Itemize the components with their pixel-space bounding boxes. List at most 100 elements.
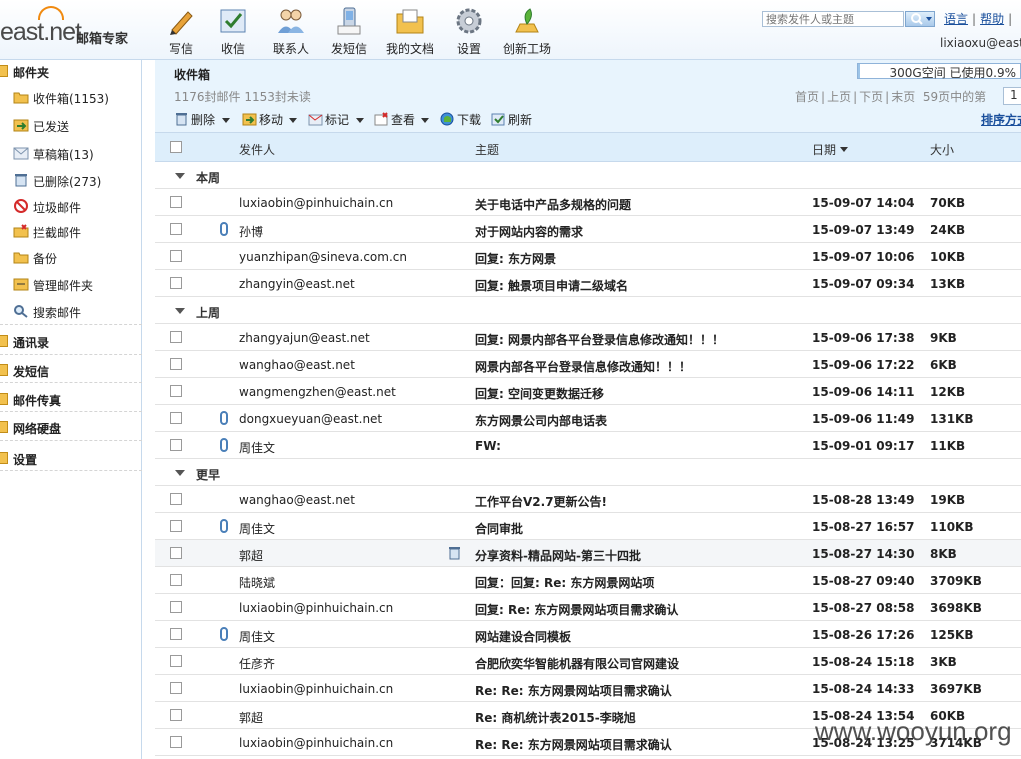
sidebar-item-manage-folders[interactable]: 管理邮件夹 — [0, 273, 142, 297]
sidebar-head-net-disk[interactable]: 网络硬盘 — [0, 417, 142, 439]
mail-row[interactable]: luxiaobin@pinhuichain.cn 回复: Re: 东方网景网站项目… — [155, 594, 1021, 621]
receive-button[interactable]: 收信 — [218, 6, 248, 58]
group-header[interactable]: 本周 — [155, 162, 1021, 189]
pager-next[interactable]: 下页 — [859, 90, 883, 104]
mail-row[interactable]: wanghao@east.net 工作平台V2.7更新公告! 15-08-28 13… — [155, 486, 1021, 513]
mail-subject[interactable]: 回复: 东方网景 — [475, 250, 556, 267]
mail-row[interactable]: zhangyajun@east.net 回复: 网景内部各平台登录信息修改通知！！… — [155, 324, 1021, 351]
mail-subject[interactable]: 网站建设合同模板 — [475, 628, 571, 645]
row-checkbox[interactable] — [170, 439, 182, 451]
mail-subject[interactable]: 分享资料-精品网站-第三十四批 — [475, 547, 641, 564]
sidebar-head-address-book[interactable]: 通讯录 — [0, 331, 142, 353]
mail-row[interactable]: 周佳文 合同审批 15-08-27 16:57 110KB — [155, 513, 1021, 540]
mail-subject[interactable]: FW: — [475, 439, 501, 453]
mail-subject[interactable]: Re: 商机统计表2015-李晓旭 — [475, 709, 636, 726]
row-checkbox[interactable] — [170, 277, 182, 289]
sidebar-item-inbox[interactable]: 收件箱(1153) — [0, 86, 142, 110]
trash-icon[interactable] — [448, 546, 461, 560]
mail-row[interactable]: luxiaobin@pinhuichain.cn 关于电话中产品多规格的问题 15-… — [155, 189, 1021, 216]
mail-row[interactable]: luxiaobin@pinhuichain.cn Re: Re: 东方网景网站项目… — [155, 675, 1021, 702]
row-checkbox[interactable] — [170, 250, 182, 262]
row-checkbox[interactable] — [170, 628, 182, 640]
download-button[interactable]: 下载 — [440, 110, 486, 130]
row-checkbox[interactable] — [170, 358, 182, 370]
group-header[interactable]: 上周 — [155, 297, 1021, 324]
mail-subject[interactable]: 回复: 空间变更数据迁移 — [475, 385, 604, 402]
sms-button[interactable]: 发短信 — [331, 6, 367, 58]
help-link[interactable]: 帮助 — [980, 12, 1004, 26]
view-button[interactable]: 查看 — [374, 110, 436, 130]
mail-subject[interactable]: 回复：回复: Re: 东方网景网站项 — [475, 574, 654, 591]
mail-subject[interactable]: 回复: 触景项目申请二级域名 — [475, 277, 628, 294]
move-button[interactable]: 移动 — [242, 110, 304, 130]
contacts-button[interactable]: 联系人 — [273, 6, 309, 58]
page-number-input[interactable]: 1 — [1003, 87, 1021, 105]
mark-button[interactable]: 标记 — [308, 110, 370, 130]
my-docs-button[interactable]: 我的文档 — [386, 6, 434, 58]
row-checkbox[interactable] — [170, 412, 182, 424]
sidebar-item-drafts[interactable]: 草稿箱(13) — [0, 142, 142, 166]
collapse-triangle-icon[interactable] — [175, 470, 185, 476]
search-button[interactable] — [905, 11, 935, 27]
row-checkbox[interactable] — [170, 385, 182, 397]
delete-button[interactable]: 删除 — [174, 110, 234, 130]
mail-subject[interactable]: Re: Re: 东方网景网站项目需求确认 — [475, 736, 672, 753]
mail-subject[interactable]: 关于电话中产品多规格的问题 — [475, 196, 631, 213]
row-checkbox[interactable] — [170, 655, 182, 667]
sidebar-item-spam[interactable]: 垃圾邮件 — [0, 195, 142, 219]
row-checkbox[interactable] — [170, 601, 182, 613]
mail-row[interactable]: 任彦齐 合肥欣奕华智能机器有限公司官网建设 15-08-24 15:18 3KB — [155, 648, 1021, 675]
row-checkbox[interactable] — [170, 196, 182, 208]
select-all-checkbox[interactable] — [170, 141, 182, 153]
mail-row[interactable]: yuanzhipan@sineva.com.cn 回复: 东方网景 15-09-07… — [155, 243, 1021, 270]
compose-button[interactable]: 写信 — [166, 6, 196, 58]
mail-subject[interactable]: 工作平台V2.7更新公告! — [475, 493, 607, 510]
sidebar-head-settings[interactable]: 设置 — [0, 448, 142, 470]
sidebar-item-blocked[interactable]: 拦截邮件 — [0, 220, 142, 244]
pager-first[interactable]: 首页 — [795, 90, 819, 104]
column-size[interactable]: 大小 — [930, 141, 954, 158]
mail-row[interactable]: 郭超 分享资料-精品网站-第三十四批 15-08-27 14:30 8KB — [155, 540, 1021, 567]
sort-link[interactable]: 排序方式 — [981, 111, 1021, 128]
mail-subject[interactable]: 网景内部各平台登录信息修改通知！！！ — [475, 358, 691, 375]
sidebar-head-fax[interactable]: 邮件传真 — [0, 389, 142, 411]
row-checkbox[interactable] — [170, 223, 182, 235]
mail-subject[interactable]: 合肥欣奕华智能机器有限公司官网建设 — [475, 655, 679, 672]
group-header[interactable]: 更早 — [155, 459, 1021, 486]
mail-subject[interactable]: 东方网景公司内部电话表 — [475, 412, 607, 429]
row-checkbox[interactable] — [170, 331, 182, 343]
row-checkbox[interactable] — [170, 736, 182, 748]
mail-subject[interactable]: 回复: 网景内部各平台登录信息修改通知！！！ — [475, 331, 724, 348]
row-checkbox[interactable] — [170, 682, 182, 694]
row-checkbox[interactable] — [170, 574, 182, 586]
sidebar-item-backup[interactable]: 备份 — [0, 246, 142, 270]
mail-row[interactable]: wangmengzhen@east.net 回复: 空间变更数据迁移 15-09-0… — [155, 378, 1021, 405]
mail-row[interactable]: 周佳文 FW: 15-09-01 09:17 11KB — [155, 432, 1021, 459]
mail-row[interactable]: zhangyin@east.net 回复: 触景项目申请二级域名 15-09-07 … — [155, 270, 1021, 297]
row-checkbox[interactable] — [170, 547, 182, 559]
mail-row[interactable]: wanghao@east.net 网景内部各平台登录信息修改通知！！！ 15-09-… — [155, 351, 1021, 378]
row-checkbox[interactable] — [170, 493, 182, 505]
mail-row[interactable]: 周佳文 网站建设合同模板 15-08-26 17:26 125KB — [155, 621, 1021, 648]
mail-subject[interactable]: 合同审批 — [475, 520, 523, 537]
innovation-button[interactable]: 创新工场 — [502, 6, 552, 58]
sidebar-head-mail-folders[interactable]: 邮件夹 — [0, 61, 142, 83]
column-subject[interactable]: 主题 — [475, 141, 499, 158]
mail-row[interactable]: dongxueyuan@east.net 东方网景公司内部电话表 15-09-06 … — [155, 405, 1021, 432]
language-link[interactable]: 语言 — [944, 12, 968, 26]
sidebar-head-sms[interactable]: 发短信 — [0, 360, 142, 382]
sidebar-item-deleted[interactable]: 已删除(273) — [0, 169, 142, 193]
sidebar-item-search-mail[interactable]: 搜索邮件 — [0, 300, 142, 324]
column-sender[interactable]: 发件人 — [239, 141, 275, 158]
collapse-triangle-icon[interactable] — [175, 173, 185, 179]
pager-prev[interactable]: 上页 — [827, 90, 851, 104]
sidebar-item-sent[interactable]: 已发送 — [0, 114, 142, 138]
mail-subject[interactable]: 回复: Re: 东方网景网站项目需求确认 — [475, 601, 678, 618]
mail-subject[interactable]: Re: Re: 东方网景网站项目需求确认 — [475, 682, 672, 699]
settings-button[interactable]: 设置 — [454, 6, 484, 58]
collapse-triangle-icon[interactable] — [175, 308, 185, 314]
mail-subject[interactable]: 对于网站内容的需求 — [475, 223, 583, 240]
row-checkbox[interactable] — [170, 709, 182, 721]
column-date[interactable]: 日期 — [812, 141, 836, 158]
refresh-button[interactable]: 刷新 — [491, 110, 537, 130]
